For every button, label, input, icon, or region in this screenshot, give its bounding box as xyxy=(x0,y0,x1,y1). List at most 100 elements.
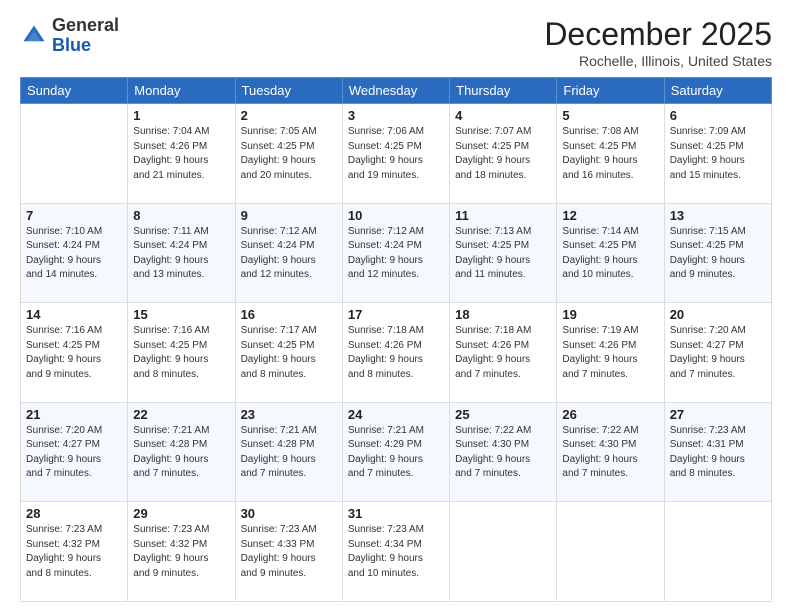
calendar-cell: 6 Sunrise: 7:09 AM Sunset: 4:25 PM Daylig… xyxy=(664,104,771,204)
column-header-friday: Friday xyxy=(557,78,664,104)
calendar-cell: 24 Sunrise: 7:21 AM Sunset: 4:29 PM Dayli… xyxy=(342,402,449,502)
day-number: 19 xyxy=(562,307,658,322)
day-number: 27 xyxy=(670,407,766,422)
day-info: Sunrise: 7:18 AM Sunset: 4:26 PM Dayligh… xyxy=(348,324,444,382)
calendar-cell: 9 Sunrise: 7:12 AM Sunset: 4:24 PM Daylig… xyxy=(235,203,342,303)
calendar-cell xyxy=(21,104,128,204)
day-number: 13 xyxy=(670,208,766,223)
calendar-cell: 19 Sunrise: 7:19 AM Sunset: 4:26 PM Dayli… xyxy=(557,303,664,403)
day-number: 21 xyxy=(26,407,122,422)
day-number: 29 xyxy=(133,506,229,521)
month-title: December 2025 xyxy=(544,16,772,53)
day-number: 10 xyxy=(348,208,444,223)
calendar-cell: 27Sunrise: 7:23 AM Sunset: 4:31 PM Dayli… xyxy=(664,402,771,502)
calendar-cell: 30Sunrise: 7:23 AM Sunset: 4:33 PM Dayli… xyxy=(235,502,342,602)
calendar-cell: 22Sunrise: 7:21 AM Sunset: 4:28 PM Dayli… xyxy=(128,402,235,502)
calendar-cell: 14 Sunrise: 7:16 AM Sunset: 4:25 PM Dayli… xyxy=(21,303,128,403)
calendar-cell: 13 Sunrise: 7:15 AM Sunset: 4:25 PM Dayli… xyxy=(664,203,771,303)
calendar-cell: 2 Sunrise: 7:05 AM Sunset: 4:25 PM Daylig… xyxy=(235,104,342,204)
day-number: 8 xyxy=(133,208,229,223)
calendar-cell: 10Sunrise: 7:12 AM Sunset: 4:24 PM Dayli… xyxy=(342,203,449,303)
calendar-cell: 28 Sunrise: 7:23 AM Sunset: 4:32 PM Dayli… xyxy=(21,502,128,602)
calendar-cell: 29 Sunrise: 7:23 AM Sunset: 4:32 PM Dayli… xyxy=(128,502,235,602)
day-number: 6 xyxy=(670,108,766,123)
calendar-cell: 1Sunrise: 7:04 AM Sunset: 4:26 PM Daylig… xyxy=(128,104,235,204)
day-info: Sunrise: 7:18 AM Sunset: 4:26 PM Dayligh… xyxy=(455,324,551,382)
day-info: Sunrise: 7:13 AM Sunset: 4:25 PM Dayligh… xyxy=(455,225,551,283)
column-header-tuesday: Tuesday xyxy=(235,78,342,104)
day-info: Sunrise: 7:10 AM Sunset: 4:24 PM Dayligh… xyxy=(26,225,122,283)
calendar-cell: 25Sunrise: 7:22 AM Sunset: 4:30 PM Dayli… xyxy=(450,402,557,502)
day-number: 24 xyxy=(348,407,444,422)
day-info: Sunrise: 7:05 AM Sunset: 4:25 PM Dayligh… xyxy=(241,125,337,183)
day-number: 14 xyxy=(26,307,122,322)
logo-general-text: General xyxy=(52,15,119,35)
calendar-cell: 23Sunrise: 7:21 AM Sunset: 4:28 PM Dayli… xyxy=(235,402,342,502)
calendar-cell: 18 Sunrise: 7:18 AM Sunset: 4:26 PM Dayli… xyxy=(450,303,557,403)
day-number: 11 xyxy=(455,208,551,223)
calendar-cell: 8 Sunrise: 7:11 AM Sunset: 4:24 PM Daylig… xyxy=(128,203,235,303)
location: Rochelle, Illinois, United States xyxy=(544,53,772,69)
day-number: 15 xyxy=(133,307,229,322)
day-number: 28 xyxy=(26,506,122,521)
day-number: 18 xyxy=(455,307,551,322)
day-info: Sunrise: 7:14 AM Sunset: 4:25 PM Dayligh… xyxy=(562,225,658,283)
column-header-thursday: Thursday xyxy=(450,78,557,104)
day-info: Sunrise: 7:21 AM Sunset: 4:28 PM Dayligh… xyxy=(133,424,229,482)
column-header-saturday: Saturday xyxy=(664,78,771,104)
day-number: 16 xyxy=(241,307,337,322)
day-info: Sunrise: 7:21 AM Sunset: 4:29 PM Dayligh… xyxy=(348,424,444,482)
day-info: Sunrise: 7:16 AM Sunset: 4:25 PM Dayligh… xyxy=(133,324,229,382)
page: General Blue December 2025 Rochelle, Ill… xyxy=(0,0,792,612)
day-info: Sunrise: 7:09 AM Sunset: 4:25 PM Dayligh… xyxy=(670,125,766,183)
day-number: 23 xyxy=(241,407,337,422)
calendar-cell xyxy=(557,502,664,602)
week-row-4: 28 Sunrise: 7:23 AM Sunset: 4:32 PM Dayli… xyxy=(21,502,772,602)
day-info: Sunrise: 7:15 AM Sunset: 4:25 PM Dayligh… xyxy=(670,225,766,283)
calendar-cell: 17Sunrise: 7:18 AM Sunset: 4:26 PM Dayli… xyxy=(342,303,449,403)
day-number: 2 xyxy=(241,108,337,123)
calendar-cell: 12 Sunrise: 7:14 AM Sunset: 4:25 PM Dayli… xyxy=(557,203,664,303)
header: General Blue December 2025 Rochelle, Ill… xyxy=(20,16,772,69)
day-number: 26 xyxy=(562,407,658,422)
day-number: 12 xyxy=(562,208,658,223)
logo-icon xyxy=(20,22,48,50)
calendar-cell: 7 Sunrise: 7:10 AM Sunset: 4:24 PM Daylig… xyxy=(21,203,128,303)
day-info: Sunrise: 7:12 AM Sunset: 4:24 PM Dayligh… xyxy=(241,225,337,283)
day-info: Sunrise: 7:22 AM Sunset: 4:30 PM Dayligh… xyxy=(455,424,551,482)
logo: General Blue xyxy=(20,16,119,56)
day-number: 31 xyxy=(348,506,444,521)
day-number: 9 xyxy=(241,208,337,223)
calendar-cell: 31Sunrise: 7:23 AM Sunset: 4:34 PM Dayli… xyxy=(342,502,449,602)
day-info: Sunrise: 7:23 AM Sunset: 4:32 PM Dayligh… xyxy=(133,523,229,581)
calendar-cell xyxy=(664,502,771,602)
column-header-monday: Monday xyxy=(128,78,235,104)
day-info: Sunrise: 7:22 AM Sunset: 4:30 PM Dayligh… xyxy=(562,424,658,482)
day-number: 7 xyxy=(26,208,122,223)
logo-blue-text: Blue xyxy=(52,35,91,55)
calendar-cell: 5Sunrise: 7:08 AM Sunset: 4:25 PM Daylig… xyxy=(557,104,664,204)
day-info: Sunrise: 7:19 AM Sunset: 4:26 PM Dayligh… xyxy=(562,324,658,382)
calendar-cell: 4 Sunrise: 7:07 AM Sunset: 4:25 PM Daylig… xyxy=(450,104,557,204)
day-number: 20 xyxy=(670,307,766,322)
week-row-3: 21 Sunrise: 7:20 AM Sunset: 4:27 PM Dayli… xyxy=(21,402,772,502)
day-info: Sunrise: 7:23 AM Sunset: 4:32 PM Dayligh… xyxy=(26,523,122,581)
day-number: 5 xyxy=(562,108,658,123)
calendar-cell: 11 Sunrise: 7:13 AM Sunset: 4:25 PM Dayli… xyxy=(450,203,557,303)
day-info: Sunrise: 7:16 AM Sunset: 4:25 PM Dayligh… xyxy=(26,324,122,382)
day-info: Sunrise: 7:20 AM Sunset: 4:27 PM Dayligh… xyxy=(670,324,766,382)
column-header-sunday: Sunday xyxy=(21,78,128,104)
day-info: Sunrise: 7:07 AM Sunset: 4:25 PM Dayligh… xyxy=(455,125,551,183)
calendar-cell: 15 Sunrise: 7:16 AM Sunset: 4:25 PM Dayli… xyxy=(128,303,235,403)
week-row-1: 7 Sunrise: 7:10 AM Sunset: 4:24 PM Daylig… xyxy=(21,203,772,303)
title-block: December 2025 Rochelle, Illinois, United… xyxy=(544,16,772,69)
day-info: Sunrise: 7:06 AM Sunset: 4:25 PM Dayligh… xyxy=(348,125,444,183)
calendar-cell: 26 Sunrise: 7:22 AM Sunset: 4:30 PM Dayli… xyxy=(557,402,664,502)
day-number: 4 xyxy=(455,108,551,123)
week-row-2: 14 Sunrise: 7:16 AM Sunset: 4:25 PM Dayli… xyxy=(21,303,772,403)
day-info: Sunrise: 7:11 AM Sunset: 4:24 PM Dayligh… xyxy=(133,225,229,283)
calendar-cell xyxy=(450,502,557,602)
day-number: 3 xyxy=(348,108,444,123)
calendar-cell: 21 Sunrise: 7:20 AM Sunset: 4:27 PM Dayli… xyxy=(21,402,128,502)
day-info: Sunrise: 7:20 AM Sunset: 4:27 PM Dayligh… xyxy=(26,424,122,482)
